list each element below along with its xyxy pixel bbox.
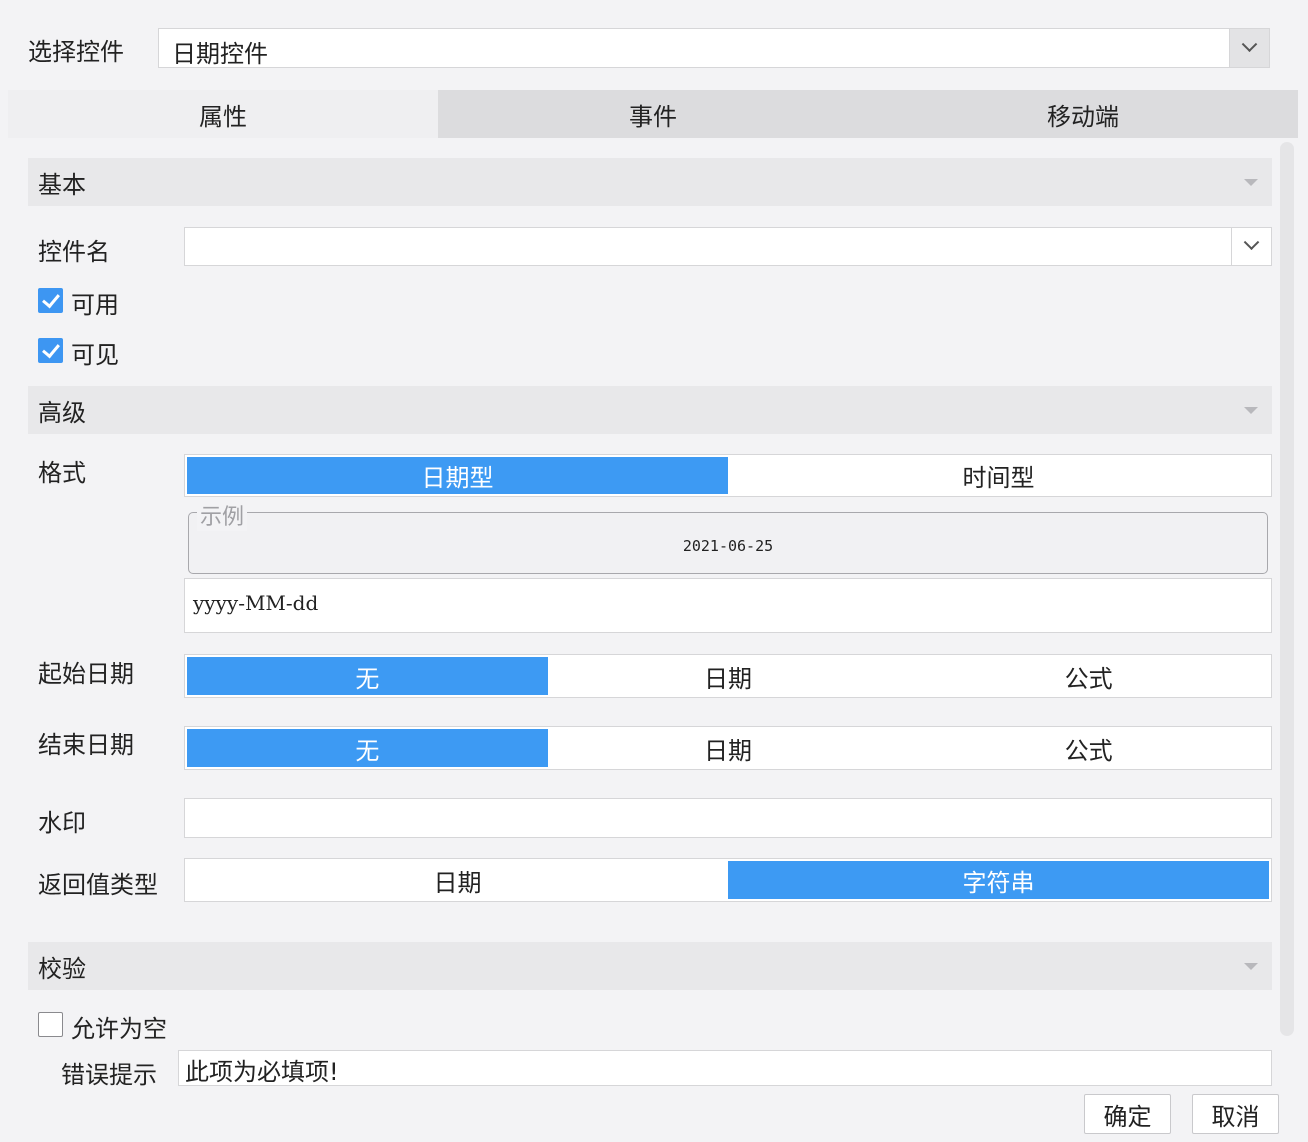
allow-empty-checkbox[interactable] — [38, 1012, 63, 1037]
format-segmented-control: 日期型 时间型 — [184, 454, 1272, 497]
enabled-label: 可用 — [71, 291, 119, 319]
tab-mobile[interactable]: 移动端 — [868, 90, 1298, 138]
start-date-option-formula[interactable]: 公式 — [908, 657, 1270, 695]
error-message-label: 错误提示 — [61, 1061, 157, 1089]
format-pattern-input[interactable]: yyyy-MM-dd — [184, 578, 1272, 633]
chevron-down-icon — [1241, 35, 1258, 52]
start-date-label: 起始日期 — [38, 660, 134, 688]
end-date-option-date[interactable]: 日期 — [547, 729, 909, 767]
section-advanced-header[interactable]: 高级 — [28, 386, 1272, 434]
visible-checkbox[interactable] — [38, 338, 63, 363]
allow-empty-label: 允许为空 — [71, 1015, 167, 1043]
section-basic-header[interactable]: 基本 — [28, 158, 1272, 206]
section-validation-title: 校验 — [38, 954, 86, 983]
select-control-label: 选择控件 — [28, 38, 124, 66]
format-option-date[interactable]: 日期型 — [187, 457, 728, 494]
example-value: 2021-06-25 — [682, 537, 774, 555]
return-type-segmented-control: 日期 字符串 — [184, 858, 1272, 902]
end-date-option-none[interactable]: 无 — [187, 729, 548, 767]
format-pattern-value: yyyy-MM-dd — [193, 591, 319, 615]
start-date-option-date[interactable]: 日期 — [547, 657, 909, 695]
section-validation-header[interactable]: 校验 — [28, 942, 1272, 990]
section-advanced-title: 高级 — [38, 398, 86, 427]
control-name-combobox[interactable] — [184, 227, 1272, 266]
format-label: 格式 — [38, 459, 86, 487]
format-option-time[interactable]: 时间型 — [728, 457, 1269, 494]
watermark-label: 水印 — [38, 809, 86, 837]
end-date-segmented-control: 无 日期 公式 — [184, 726, 1272, 770]
section-basic-title: 基本 — [38, 170, 86, 199]
control-select-dropdown[interactable]: 日期控件 — [158, 28, 1270, 68]
tab-properties[interactable]: 属性 — [8, 90, 438, 138]
return-type-option-string[interactable]: 字符串 — [728, 861, 1269, 899]
control-select-value: 日期控件 — [172, 40, 268, 68]
tab-events[interactable]: 事件 — [438, 90, 868, 138]
return-type-label: 返回值类型 — [38, 871, 158, 899]
start-date-option-none[interactable]: 无 — [187, 657, 548, 695]
example-legend: 示例 — [197, 499, 248, 531]
control-name-arrow[interactable] — [1231, 228, 1271, 265]
control-select-arrow[interactable] — [1229, 29, 1269, 67]
vertical-scrollbar[interactable] — [1280, 142, 1294, 1036]
return-type-option-date[interactable]: 日期 — [187, 861, 728, 899]
visible-label: 可见 — [71, 341, 119, 369]
enabled-checkbox[interactable] — [38, 288, 63, 313]
end-date-option-formula[interactable]: 公式 — [908, 729, 1270, 767]
collapse-triangle-icon[interactable] — [1244, 179, 1258, 186]
example-preview-box: 示例 2021-06-25 — [188, 499, 1268, 574]
end-date-label: 结束日期 — [38, 731, 134, 759]
control-name-label: 控件名 — [38, 238, 110, 266]
cancel-button[interactable]: 取消 — [1192, 1094, 1279, 1134]
collapse-triangle-icon[interactable] — [1244, 963, 1258, 970]
tab-bar: 属性 事件 移动端 — [8, 90, 1298, 138]
watermark-input[interactable] — [184, 798, 1272, 838]
error-message-value: 此项为必填项! — [185, 1058, 339, 1086]
chevron-down-icon — [1243, 234, 1260, 251]
ok-button[interactable]: 确定 — [1084, 1094, 1171, 1134]
error-message-input[interactable]: 此项为必填项! — [178, 1050, 1272, 1086]
start-date-segmented-control: 无 日期 公式 — [184, 654, 1272, 698]
collapse-triangle-icon[interactable] — [1244, 407, 1258, 414]
